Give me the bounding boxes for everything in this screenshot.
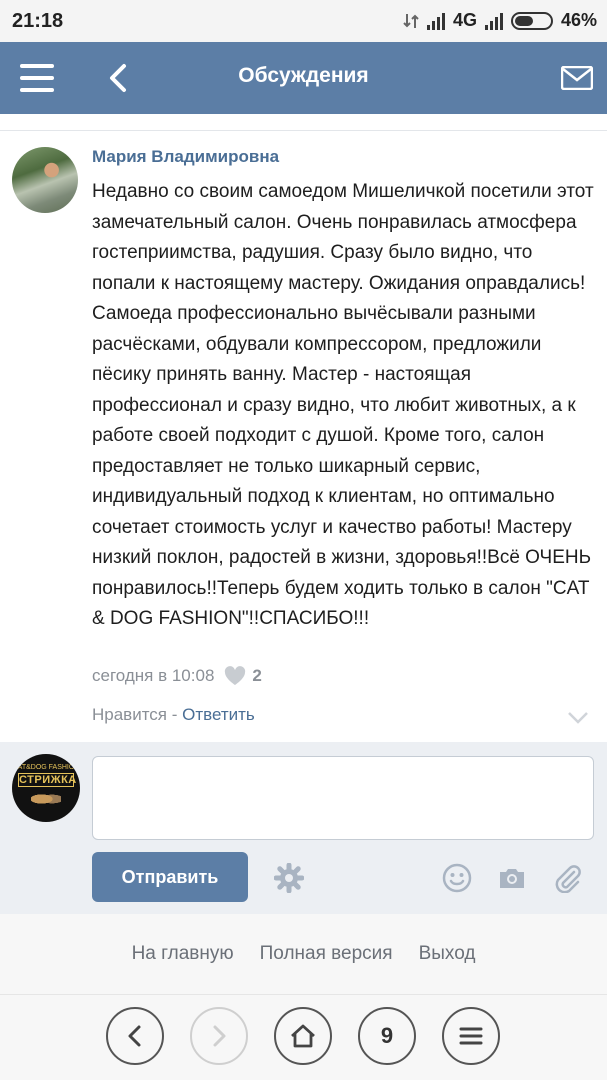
page-title: Обсуждения (238, 64, 369, 87)
camera-icon[interactable] (497, 863, 527, 893)
battery-percent: 46% (560, 10, 597, 30)
home-link[interactable]: На главную (132, 943, 234, 965)
avatar-logo-text: CAT&DOG FASHION (12, 764, 80, 771)
mail-icon[interactable] (561, 66, 593, 90)
menu-icon-line (20, 88, 54, 92)
browser-home-button[interactable] (274, 1007, 332, 1065)
browser-tabs-button[interactable]: 9 (358, 1007, 416, 1065)
paperclip-icon[interactable] (552, 863, 582, 893)
home-icon (291, 1024, 315, 1048)
signal-icon-2 (484, 12, 503, 30)
status-bar: 21:18 4G 46% (0, 0, 607, 42)
browser-back-button[interactable] (106, 1007, 164, 1065)
heart-icon[interactable] (224, 666, 246, 686)
app-header: Обсуждения (0, 42, 607, 114)
dog-logo-image (31, 791, 61, 807)
battery-icon (510, 11, 553, 30)
comment-actions: Нравится - Ответить (92, 705, 255, 725)
chevron-down-icon[interactable] (567, 711, 589, 725)
author-avatar[interactable] (12, 147, 78, 213)
browser-forward-button[interactable] (190, 1007, 248, 1065)
author-name[interactable]: Мария Владимировна (92, 147, 279, 167)
chevron-left-icon (128, 1025, 141, 1047)
comment-post: Мария Владимировна Недавно со своим само… (0, 130, 607, 740)
data-transfer-icon (403, 13, 419, 28)
network-type: 4G (452, 10, 477, 30)
gear-icon[interactable] (274, 863, 304, 893)
logout-link[interactable]: Выход (419, 943, 476, 965)
browser-toolbar: 9 (0, 994, 607, 1080)
tab-count: 9 (380, 1023, 394, 1048)
smile-icon[interactable] (442, 863, 472, 893)
browser-menu-button[interactable] (442, 1007, 500, 1065)
my-avatar: CAT&DOG FASHION СТРИЖКА (12, 754, 80, 822)
reply-link[interactable]: Ответить (182, 705, 255, 724)
status-indicators: 4G 46% (403, 10, 597, 31)
comment-meta: сегодня в 10:08 2 (92, 666, 262, 686)
like-count: 2 (252, 666, 262, 685)
comment-input[interactable] (92, 756, 594, 840)
hamburger-icon (459, 1027, 483, 1045)
action-separator: - (167, 705, 183, 724)
chevron-right-icon (213, 1025, 226, 1047)
comment-text: Недавно со своим самоедом Мишеличкой пос… (92, 181, 599, 629)
signal-icon (426, 12, 445, 30)
send-button[interactable]: Отправить (92, 852, 248, 902)
avatar-logo-title: СТРИЖКА (18, 773, 77, 787)
status-time: 21:18 (12, 10, 64, 32)
full-version-link[interactable]: Полная версия (260, 943, 393, 965)
comment-time: сегодня в 10:08 (92, 666, 215, 685)
reply-composer: CAT&DOG FASHION СТРИЖКА Отправить (0, 742, 607, 914)
like-link[interactable]: Нравится (92, 705, 167, 724)
footer-links: На главную Полная версия Выход (0, 914, 607, 994)
